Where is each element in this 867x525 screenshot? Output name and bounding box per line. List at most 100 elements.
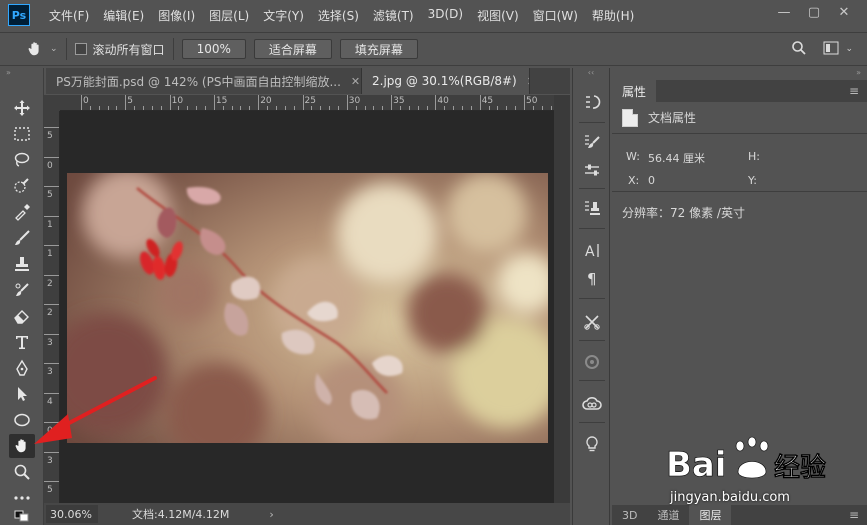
menu-select[interactable]: 选择(S) — [311, 7, 366, 24]
tab-2-jpg[interactable]: 2.jpg @ 30.1%(RGB/8#) ✕ — [362, 68, 530, 94]
menu-window[interactable]: 窗口(W) — [526, 7, 585, 24]
chevron-down-icon[interactable]: ⌄ — [50, 44, 58, 54]
ellipse-tool-icon[interactable] — [9, 408, 35, 432]
scroll-all-windows-option[interactable]: 滚动所有窗口 — [74, 41, 165, 58]
ruler-tick — [346, 95, 348, 110]
menu-edit[interactable]: 编辑(E) — [96, 7, 151, 24]
divider — [172, 38, 174, 60]
divider — [579, 380, 605, 381]
path-selection-tool-icon[interactable] — [9, 382, 35, 406]
zoom-tool-icon[interactable] — [9, 460, 35, 484]
collapse-icon[interactable]: » — [612, 68, 867, 80]
menu-filter[interactable]: 滤镜(T) — [366, 7, 421, 24]
brush-tool-icon[interactable] — [9, 226, 35, 250]
divider — [579, 228, 605, 229]
ruler-label: 5 — [47, 131, 53, 141]
chevron-right-icon[interactable]: › — [269, 508, 273, 521]
ruler-tick — [329, 106, 331, 110]
menu-file[interactable]: 文件(F) — [42, 7, 96, 24]
move-tool-icon[interactable] — [9, 96, 35, 120]
ruler-tick — [44, 274, 59, 276]
ruler-tick — [284, 106, 286, 110]
hand-tool-preset-icon[interactable] — [24, 38, 46, 60]
collapse-icon[interactable]: » — [0, 68, 43, 78]
ruler-tick — [399, 106, 401, 110]
ruler-label: 40 — [437, 96, 449, 106]
search-icon[interactable] — [791, 40, 807, 59]
ruler-tick — [515, 106, 517, 110]
learn-bulb-icon[interactable] — [582, 434, 602, 454]
ruler-tick — [382, 106, 384, 110]
quick-selection-tool-icon[interactable] — [9, 174, 35, 198]
zoom-level-field[interactable]: 30.06% — [46, 505, 98, 523]
brush-settings-icon[interactable] — [582, 132, 602, 152]
ruler-tick — [506, 106, 508, 110]
character-icon[interactable]: A — [582, 240, 602, 260]
libraries-icon[interactable] — [582, 352, 602, 372]
eyedropper-tool-icon[interactable] — [9, 200, 35, 224]
ruler-tick — [497, 106, 499, 110]
paragraph-icon[interactable]: ¶ — [582, 268, 602, 288]
ruler-tick — [44, 422, 59, 423]
panel-menu-icon[interactable]: ≡ — [849, 84, 859, 98]
divider — [579, 422, 605, 423]
hand-tool-icon[interactable] — [9, 434, 35, 458]
creative-cloud-icon[interactable] — [582, 394, 602, 414]
ruler-tick — [169, 95, 171, 110]
tab-ps-cover[interactable]: PS万能封面.psd @ 142% (PS中画面自由控制缩放... ✕ — [46, 68, 362, 94]
marquee-tool-icon[interactable] — [9, 122, 35, 146]
menu-layer[interactable]: 图层(L) — [202, 7, 256, 24]
restore-button[interactable]: ▢ — [799, 2, 829, 22]
tab-3d[interactable]: 3D — [612, 505, 647, 525]
ruler-tick — [196, 106, 198, 110]
ruler-label: 0 — [47, 160, 53, 171]
menu-items: 文件(F) 编辑(E) 图像(I) 图层(L) 文字(Y) 选择(S) 滤镜(T… — [42, 7, 641, 24]
close-icon[interactable]: ✕ — [527, 75, 529, 88]
pen-tool-icon[interactable] — [9, 356, 35, 380]
adjustments-icon[interactable] — [582, 160, 602, 180]
close-button[interactable]: ✕ — [829, 2, 859, 22]
menu-3d[interactable]: 3D(D) — [421, 7, 470, 24]
ruler-tick — [44, 127, 59, 128]
fill-screen-button[interactable]: 填充屏幕 — [339, 39, 418, 59]
chevron-down-icon[interactable]: ⌄ — [845, 44, 853, 54]
close-icon[interactable]: ✕ — [351, 75, 360, 88]
x-value[interactable]: 0 — [648, 174, 655, 187]
tab-properties[interactable]: 属性 — [612, 80, 657, 102]
workspace-icon[interactable] — [823, 41, 839, 58]
ruler-label: 0 — [47, 426, 53, 436]
menu-view[interactable]: 视图(V) — [470, 7, 526, 24]
collapse-icon[interactable]: ‹‹ — [573, 68, 609, 80]
width-value[interactable]: 56.44 厘米 — [648, 150, 705, 166]
canvas-area[interactable] — [60, 111, 554, 503]
tool-presets-icon[interactable] — [582, 312, 602, 332]
ruler-label: 5 — [127, 96, 134, 106]
scroll-all-checkbox[interactable] — [74, 43, 87, 55]
fit-screen-button[interactable]: 适合屏幕 — [253, 39, 332, 59]
divider — [65, 38, 67, 60]
ruler-tick — [98, 106, 100, 110]
menu-type[interactable]: 文字(Y) — [256, 7, 311, 24]
ruler-label: 1 — [47, 219, 53, 230]
color-swatches-icon[interactable] — [9, 508, 35, 524]
clone-stamp-tool-icon[interactable] — [9, 252, 35, 276]
menu-help[interactable]: 帮助(H) — [585, 7, 641, 24]
type-tool-icon[interactable] — [9, 330, 35, 354]
ruler-label: 4 — [47, 396, 53, 407]
clone-source-icon[interactable] — [582, 198, 602, 218]
panel-icon-dock: ‹‹ A ¶ — [572, 68, 610, 525]
scroll-all-label: 滚动所有窗口 — [92, 42, 165, 57]
lasso-tool-icon[interactable] — [9, 148, 35, 172]
tools-panel: » — [0, 68, 44, 525]
ruler-tick — [267, 106, 269, 110]
ruler-tick — [461, 106, 463, 110]
ruler-label: 20 — [260, 96, 272, 106]
history-brush-tool-icon[interactable] — [9, 278, 35, 302]
ruler-tick — [240, 106, 242, 110]
menu-image[interactable]: 图像(I) — [151, 7, 202, 24]
vertical-scrollbar[interactable] — [554, 95, 570, 503]
minimize-button[interactable]: — — [769, 2, 799, 22]
history-icon[interactable] — [582, 92, 602, 112]
zoom-100-button[interactable]: 100% — [181, 39, 246, 59]
eraser-tool-icon[interactable] — [9, 304, 35, 328]
